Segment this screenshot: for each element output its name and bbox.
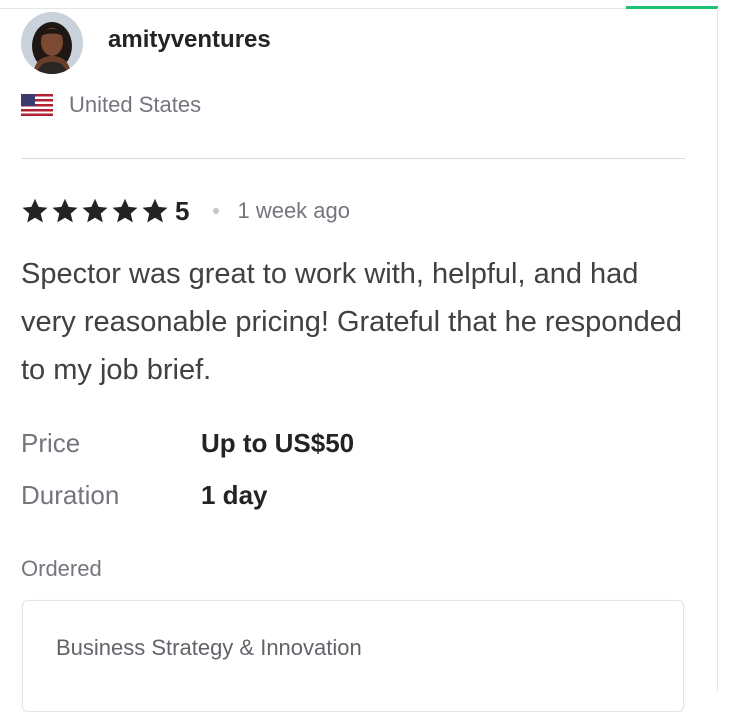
star-icon [52,198,78,223]
review-time: 1 week ago [237,198,350,223]
us-flag-icon [21,94,53,116]
avatar[interactable] [21,12,83,74]
ordered-label: Ordered [21,556,102,581]
avatar-image [21,12,83,74]
price-row: Price Up to US$50 [21,428,354,459]
dot-separator [213,208,220,214]
duration-label: Duration [21,480,120,510]
review-text: Spector was great to work with, helpful,… [21,258,682,386]
ordered-service-card[interactable]: Business Strategy & Innovation [22,600,684,712]
rating-value: 5 [175,195,190,226]
top-border [0,8,718,9]
section-divider [21,158,685,159]
price-label: Price [21,428,81,458]
star-icon [82,198,108,223]
reviewer-username[interactable]: amityventures [108,26,271,54]
rating-row: 5 1 week ago [21,194,350,228]
country-name: United States [69,92,202,117]
duration-value: 1 day [201,480,268,510]
star-icon [22,198,48,223]
duration-row: Duration 1 day [21,480,268,511]
active-tab-indicator [626,6,718,9]
right-border [717,8,718,691]
reviewer-country: United States [21,92,201,118]
star-icon [142,198,168,223]
price-value: Up to US$50 [201,428,355,458]
ordered-service-title[interactable]: Business Strategy & Innovation [56,635,362,661]
star-icon [112,198,138,223]
